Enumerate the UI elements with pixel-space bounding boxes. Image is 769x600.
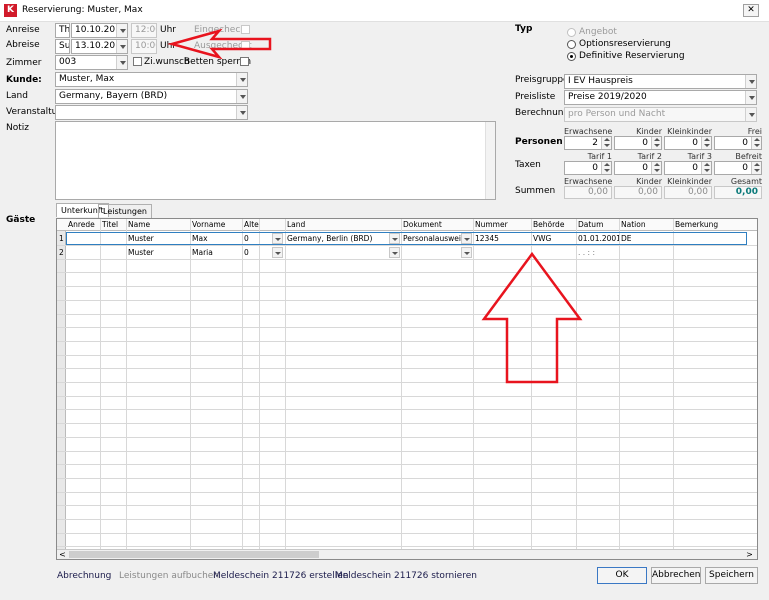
annotation-arrow-up	[481, 251, 583, 384]
annotation-overlay	[167, 28, 583, 384]
annotation-arrow-left	[167, 28, 272, 60]
